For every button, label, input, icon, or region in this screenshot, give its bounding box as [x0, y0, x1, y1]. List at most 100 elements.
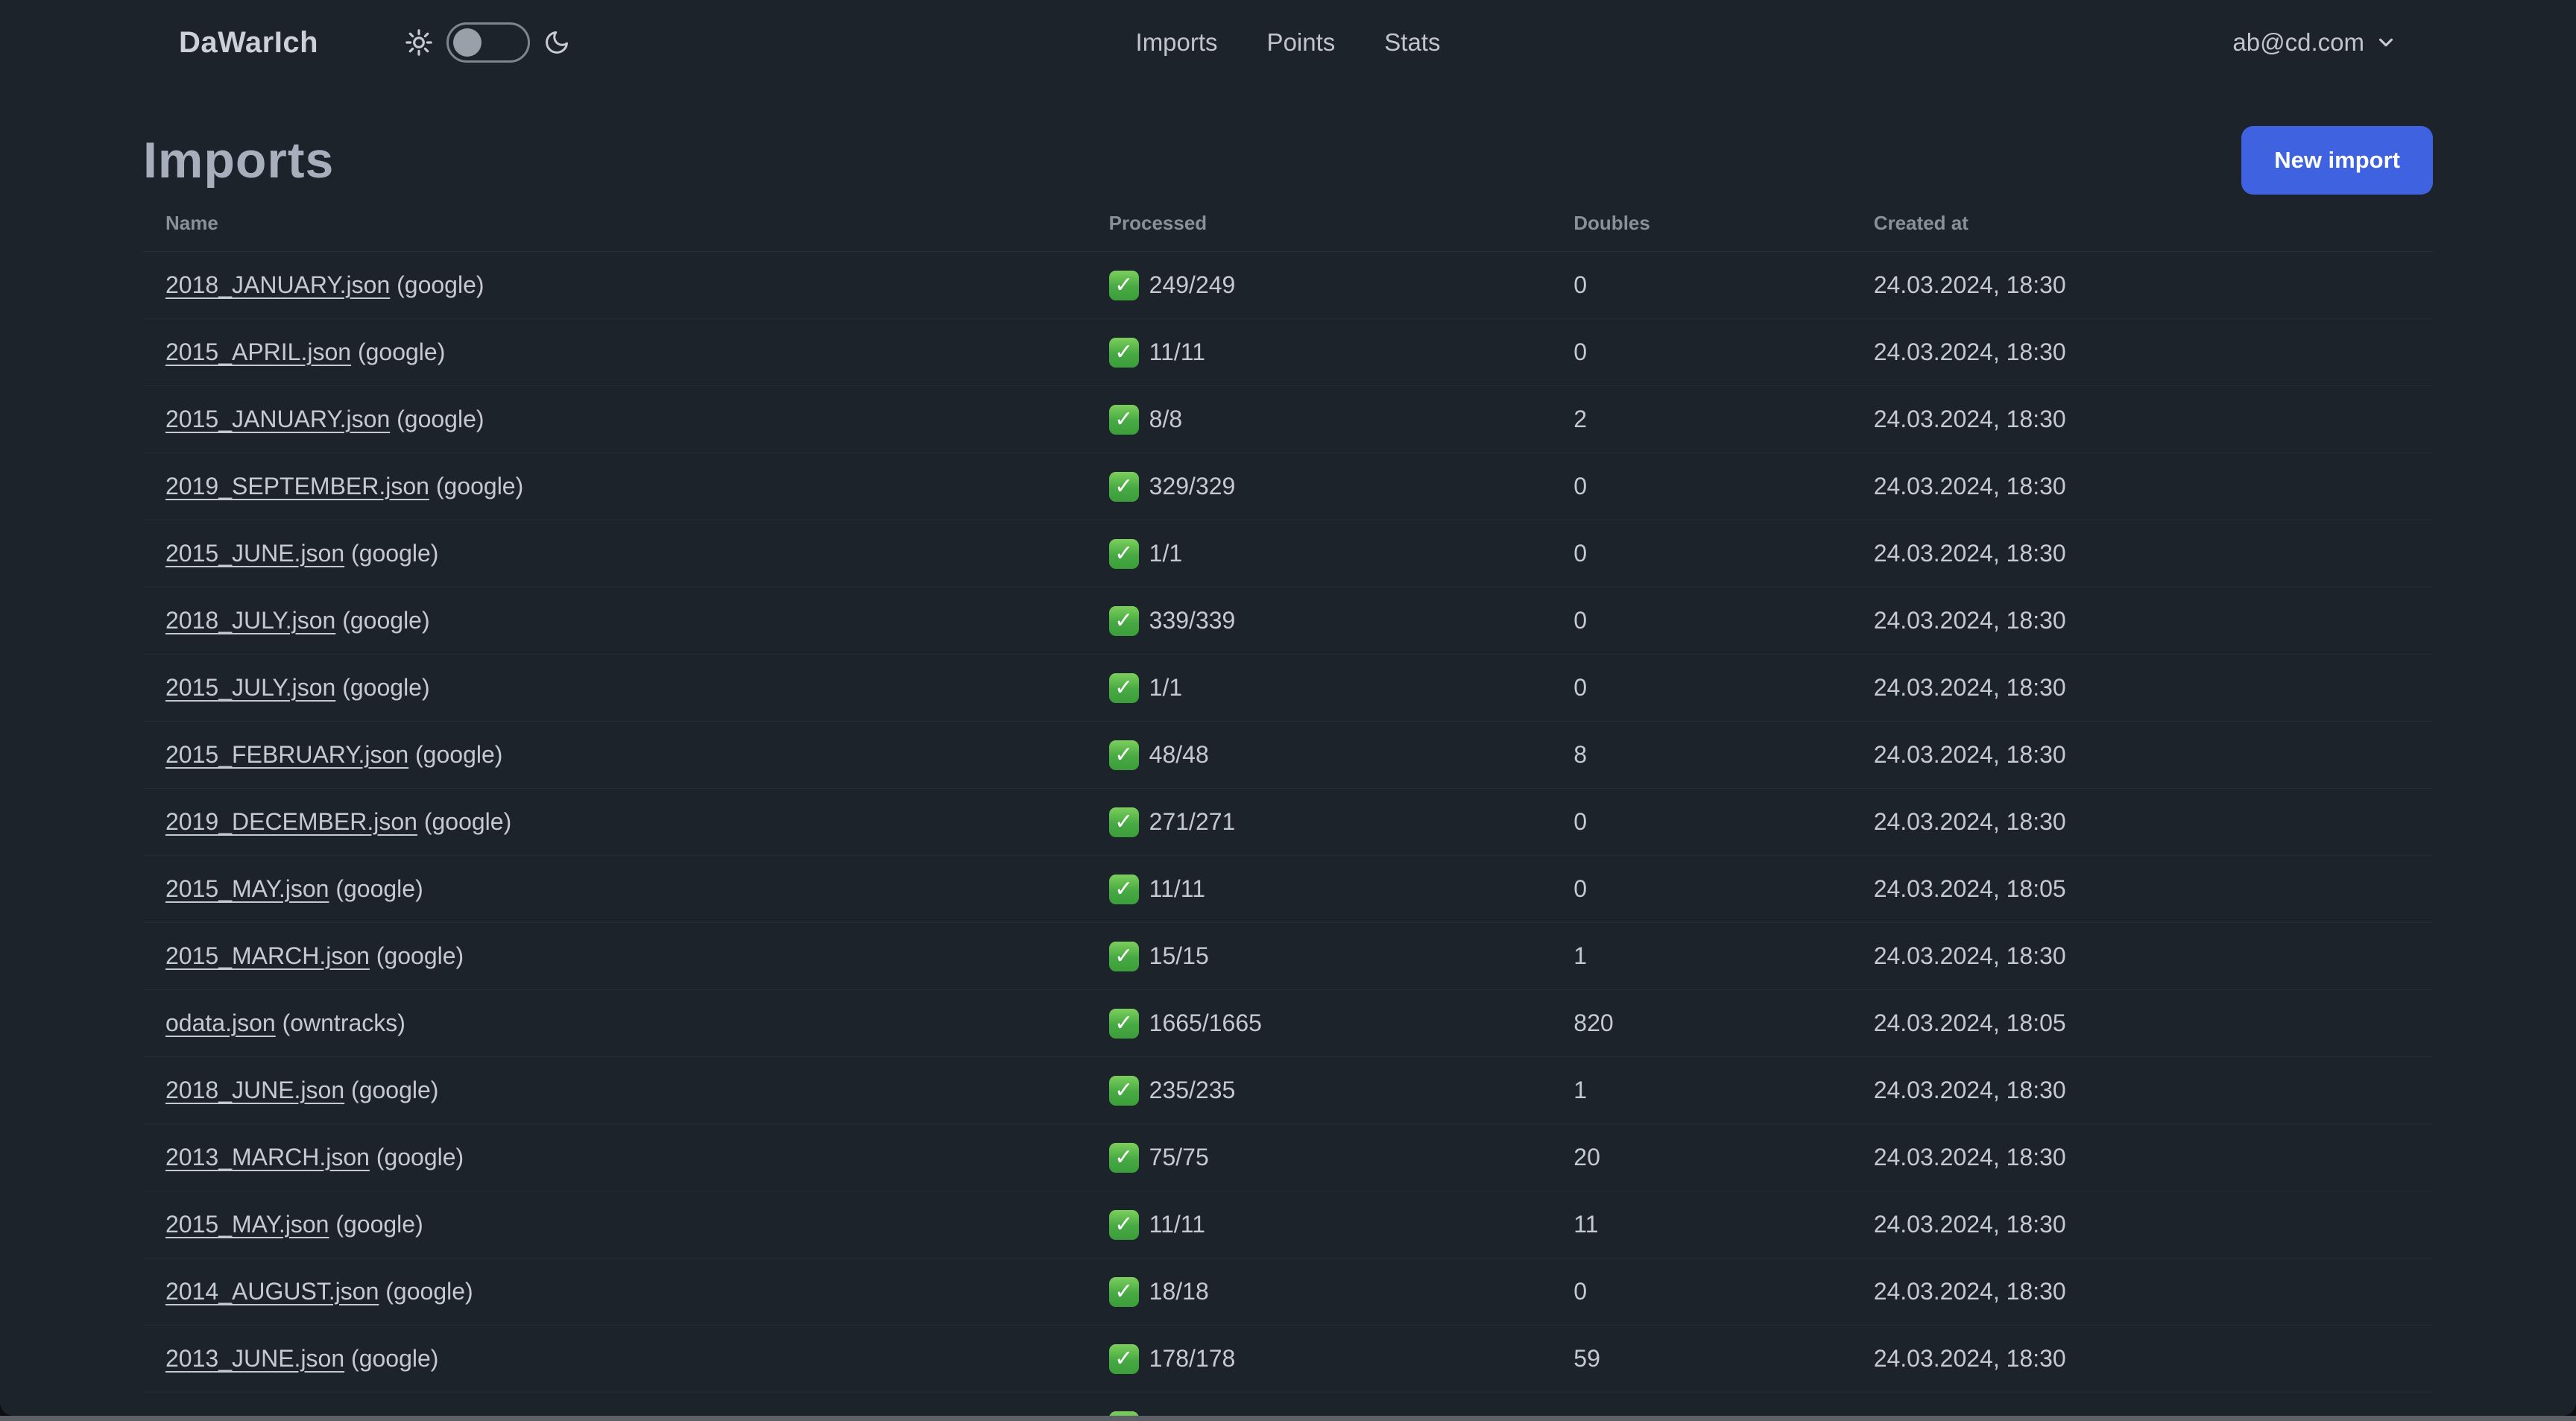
import-name-link[interactable]: 2015_JANUARY.json [165, 406, 390, 432]
processed-cell: ✓ 1665/1665 [1087, 1008, 1552, 1039]
success-check-icon: ✓ [1108, 1075, 1139, 1106]
nav-item-stats[interactable]: Stats [1384, 28, 1440, 57]
name-cell: 2015_JULY.json (google) [143, 674, 1087, 702]
processed-cell: ✓ 11/11 [1087, 1209, 1552, 1240]
import-source: (google) [329, 875, 423, 902]
import-name-link[interactable]: 2015_FEBRUARY.json [165, 741, 408, 768]
name-cell: 2019_DECEMBER.json (google) [143, 808, 1087, 836]
doubles-count: 0 [1573, 875, 1588, 902]
processed-count: 329/329 [1149, 473, 1236, 500]
import-name-link[interactable]: 2019_DECEMBER.json [165, 808, 417, 835]
import-name-link[interactable]: 2014_AUGUST.json [165, 1278, 379, 1305]
success-check-icon: ✓ [1108, 740, 1139, 770]
import-source: (google) [344, 1077, 439, 1103]
success-check-icon: ✓ [1108, 807, 1139, 837]
import-name-link[interactable]: 2015_APRIL.json [165, 338, 351, 365]
success-check-icon: ✓ [1108, 1343, 1139, 1374]
app-logo[interactable]: DaWarIch [179, 26, 318, 60]
new-import-button[interactable]: New import [2241, 126, 2433, 195]
imports-table: Name Processed Doubles Created at 2018_J… [143, 195, 2433, 1416]
success-check-icon: ✓ [1108, 1008, 1139, 1039]
import-name-link[interactable]: 2015_MAY.json [165, 1211, 329, 1238]
processed-cell: ✓ 271/271 [1087, 807, 1552, 837]
name-cell: 2015_JUNE.json (google) [143, 540, 1087, 567]
processed-count: 11/11 [1149, 338, 1205, 365]
import-name-link[interactable]: 2013_MARCH.json [165, 1144, 370, 1170]
processed-cell: ✓ 15/15 [1087, 941, 1552, 971]
column-header-created-at: Created at [1873, 212, 1969, 234]
theme-toggle[interactable] [446, 22, 531, 63]
processed-count: 1/1 [1149, 674, 1183, 701]
name-cell: 2015_APRIL.json (google) [143, 338, 1087, 366]
success-check-icon: ✓ [1108, 1411, 1139, 1416]
processed-count: 8/8 [1149, 406, 1183, 432]
success-check-icon: ✓ [1108, 270, 1139, 300]
table-row: 2018_JULY.json (google) ✓ 339/339 0 24.0… [143, 587, 2433, 655]
import-name-link[interactable]: 2018_JANUARY.json [165, 271, 390, 298]
imports-table-body: 2018_JANUARY.json (google) ✓ 249/249 0 2… [143, 252, 2433, 1393]
import-source: (owntracks) [275, 1009, 405, 1036]
table-row: 2013_JUNE.json (google) ✓ 178/178 59 24.… [143, 1326, 2433, 1393]
processed-cell: ✓ 178/178 [1087, 1343, 1552, 1374]
created-at: 24.03.2024, 18:05 [1873, 1009, 2066, 1036]
processed-cell: ✓ 18/18 [1087, 1276, 1552, 1307]
processed-cell: ✓ 1/1 [1087, 672, 1552, 703]
success-check-icon: ✓ [1108, 1209, 1139, 1240]
table-row: 2019_DECEMBER.json (google) ✓ 271/271 0 … [143, 789, 2433, 856]
doubles-count: 1 [1573, 1077, 1588, 1103]
created-at: 24.03.2024, 18:30 [1873, 1345, 2066, 1372]
created-at: 24.03.2024, 18:30 [1873, 406, 2066, 432]
doubles-count: 0 [1573, 607, 1588, 634]
success-check-icon: ✓ [1108, 1142, 1139, 1173]
doubles-count: 8 [1573, 741, 1588, 768]
created-at: 24.03.2024, 18:30 [1873, 540, 2066, 567]
import-name-link[interactable]: 2015_MARCH.json [165, 942, 370, 969]
table-header-row: Name Processed Doubles Created at [143, 195, 2433, 252]
import-name-link[interactable]: 2019_SEPTEMBER.json [165, 473, 429, 500]
import-name-link[interactable]: 2015_JUNE.json [165, 540, 344, 567]
created-at: 24.03.2024, 18:30 [1873, 338, 2066, 365]
user-menu[interactable]: ab@cd.com [2232, 28, 2397, 57]
success-check-icon: ✓ [1108, 874, 1139, 904]
import-name-link[interactable]: 2015_JULY.json [165, 674, 335, 701]
created-at: 24.03.2024, 18:05 [1873, 875, 2066, 902]
nav-item-imports[interactable]: Imports [1136, 28, 1218, 57]
main-nav: Imports Points Stats [1136, 28, 1441, 57]
processed-count: 11/11 [1149, 1211, 1205, 1238]
import-source: (google) [369, 1144, 464, 1170]
processed-count: 1665/1665 [1149, 1009, 1262, 1036]
table-row: 2015_JUNE.json (google) ✓ 1/1 0 24.03.20… [143, 520, 2433, 587]
import-name-link[interactable]: 2013_JUNE.json [165, 1345, 344, 1372]
created-at: 24.03.2024, 18:30 [1873, 942, 2066, 969]
processed-cell: ✓ 249/249 [1087, 270, 1552, 300]
name-cell: 2014_AUGUST.json (google) [143, 1278, 1087, 1305]
table-row: 2015_FEBRUARY.json (google) ✓ 48/48 8 24… [143, 722, 2433, 789]
name-cell: 2015_MAY.json (google) [143, 1211, 1087, 1238]
import-name-link[interactable]: 2018_JUNE.json [165, 1077, 344, 1103]
import-name-link[interactable]: odata.json [165, 1009, 276, 1036]
name-cell: 2013_JUNE.json (google) [143, 1345, 1087, 1373]
navbar: DaWarIch Imports Points Stats ab@cd.com [0, 0, 2576, 85]
processed-count: 235/235 [1149, 1077, 1236, 1103]
processed-cell: ✓ 75/75 [1087, 1142, 1552, 1173]
name-cell: 2015_MAY.json (google) [143, 875, 1087, 903]
doubles-count: 59 [1573, 1345, 1600, 1372]
user-email: ab@cd.com [2232, 28, 2364, 56]
doubles-count: 0 [1573, 338, 1588, 365]
processed-count: 249/249 [1149, 271, 1236, 298]
theme-toggle-group [405, 22, 570, 63]
nav-item-points[interactable]: Points [1267, 28, 1336, 57]
import-name-link[interactable]: 2015_MAY.json [165, 875, 329, 902]
processed-cell: ✓ 8/8 [1087, 404, 1552, 435]
import-name-link[interactable]: 2018_JULY.json [165, 607, 335, 634]
import-source: (google) [379, 1278, 473, 1305]
table-row: 2014_AUGUST.json (google) ✓ 18/18 0 24.0… [143, 1258, 2433, 1326]
name-cell: 2018_JULY.json (google) [143, 607, 1087, 634]
success-check-icon: ✓ [1108, 471, 1139, 502]
table-row: 2015_MARCH.json (google) ✓ 15/15 1 24.03… [143, 923, 2433, 990]
app-window: DaWarIch Imports Points Stats ab@cd.com … [0, 0, 2576, 1416]
name-cell: 2015_FEBRUARY.json (google) [143, 741, 1087, 769]
table-row: 2018_JANUARY.json (google) ✓ 249/249 0 2… [143, 252, 2433, 319]
success-check-icon: ✓ [1108, 941, 1139, 971]
column-header-doubles: Doubles [1573, 212, 1650, 234]
